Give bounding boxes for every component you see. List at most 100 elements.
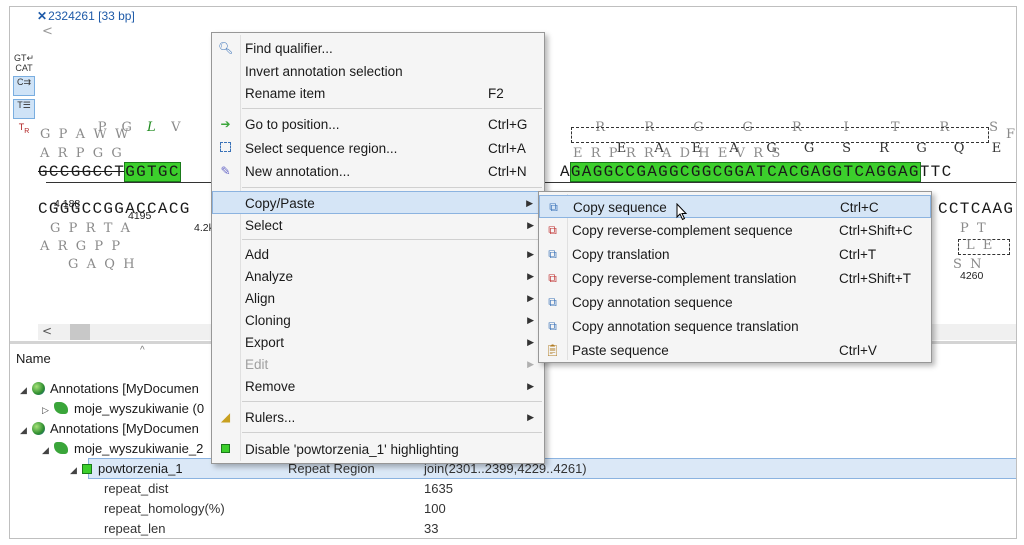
submenu-arrow-icon: ▶ (527, 337, 534, 347)
column-header-name[interactable]: Name (16, 351, 51, 366)
mouse-cursor-icon (676, 203, 688, 221)
menu-item-label: Export (245, 335, 285, 350)
menu-item-analyze[interactable]: Analyze ▶ (212, 265, 544, 288)
menu-item-add[interactable]: Add ▶ (212, 243, 544, 266)
show-complement-button[interactable]: C⇉ (13, 76, 35, 96)
menu-item-disable-highlighting[interactable]: Disable 'powtorzenia_1' highlighting (212, 438, 544, 461)
menu-item-label: Remove (245, 379, 296, 394)
close-icon[interactable]: ✕ (37, 9, 47, 23)
menu-item-label: Invert annotation selection (245, 64, 403, 79)
menu-item-label: Rulers... (245, 410, 296, 425)
submenu-arrow-icon: ▶ (526, 198, 533, 208)
menu-item-select[interactable]: Select ▶ (212, 214, 544, 237)
scroll-left-icon[interactable]: < (42, 24, 53, 39)
copy-annotation-translation-icon: ⧉ (548, 319, 557, 333)
submenu-arrow-icon: ▶ (527, 359, 534, 369)
menu-item-label: Rename item (245, 86, 326, 101)
menu-item-label: Analyze (245, 269, 294, 284)
menu-item-label: Select (245, 218, 283, 233)
submenu-item-copy-annotation[interactable]: ⧉ Copy annotation sequence (539, 291, 931, 314)
expanded-icon[interactable]: ◢ (42, 440, 54, 460)
menu-item-label: Add (245, 247, 270, 262)
tree-row-label: Annotations [MyDocumen (50, 421, 199, 436)
tree-row-annotations-1[interactable]: ◢ Annotations [MyDocumen (20, 379, 199, 399)
qualifier-value: 1635 (424, 481, 453, 496)
repeat-highlight-right[interactable]: GAGGCCGAGGCGGCGGATCACGAGGTCAGGAG (569, 162, 921, 182)
menu-item-export[interactable]: Export ▶ (212, 331, 544, 354)
qualifier-value: 100 (424, 501, 446, 516)
copy-translation-icon: ⧉ (548, 247, 557, 261)
reverse-strand[interactable]: CGGGCCGGACCACG (38, 200, 191, 218)
menu-item-edit: Edit ▶ (212, 353, 544, 376)
copy-annotation-icon: ⧉ (548, 295, 557, 309)
rev-translation-frame-2-right: L E (966, 238, 993, 253)
tree-row-powtorzenia[interactable]: ◢ powtorzenia_1 (70, 459, 183, 479)
menu-shortcut: Ctrl+T (839, 247, 877, 262)
submenu-item-paste-sequence[interactable]: 📋︎ Paste sequence Ctrl+V (539, 339, 931, 362)
menu-item-find-qualifier[interactable]: 🔍︎ Find qualifier... (212, 37, 544, 60)
reverse-strand-right[interactable]: CCTCAAG (938, 200, 1014, 218)
submenu-arrow-icon: ▶ (527, 271, 534, 281)
scroll-left-arrow-icon[interactable]: < (42, 324, 52, 338)
translation-frame-2-end: F (1006, 127, 1016, 142)
paste-icon: 📋︎ (545, 343, 561, 357)
expanded-icon[interactable]: ◢ (20, 420, 32, 440)
ruler-icon: ◢ (220, 410, 231, 424)
forward-strand-right[interactable]: AGAGGCCGAGGCGGCGGATCACGAGGTCAGGAGTTC (560, 162, 953, 182)
sort-ascending-icon[interactable]: ^ (140, 345, 145, 356)
tree-row-label: moje_wyszukiwanie_2 (74, 441, 204, 456)
menu-item-invert-selection[interactable]: Invert annotation selection (212, 60, 544, 83)
submenu-arrow-icon: ▶ (527, 249, 534, 259)
menu-item-label: Edit (245, 357, 269, 372)
menu-item-label: Copy sequence (573, 200, 667, 215)
submenu-item-copy-revcomp-translation[interactable]: ⧉ Copy reverse-complement translation Ct… (539, 267, 931, 290)
menu-item-label: Find qualifier... (245, 41, 333, 56)
menu-item-copy-paste[interactable]: Copy/Paste ▶ (212, 191, 544, 214)
menu-item-rulers[interactable]: ◢ Rulers... ▶ (212, 406, 544, 429)
tree-row-moje-wyszukiwanie-2[interactable]: ◢ moje_wyszukiwanie_2 (42, 439, 203, 459)
menu-item-align[interactable]: Align ▶ (212, 287, 544, 310)
menu-item-rename[interactable]: Rename item F2 (212, 82, 544, 105)
translation-settings-button[interactable]: TR (13, 122, 35, 142)
menu-item-cloning[interactable]: Cloning ▶ (212, 309, 544, 332)
menu-shortcut: Ctrl+A (488, 141, 526, 156)
copy-sequence-icon: ⧉ (549, 200, 558, 214)
tree-row-annotations-2[interactable]: ◢ Annotations [MyDocumen (20, 419, 199, 439)
menu-shortcut: Ctrl+G (488, 117, 528, 132)
menu-item-remove[interactable]: Remove ▶ (212, 375, 544, 398)
submenu-item-copy-annotation-translation[interactable]: ⧉ Copy annotation sequence translation (539, 315, 931, 338)
repeat-highlight-left[interactable]: GGTGC (124, 162, 181, 182)
region-select-icon (218, 141, 233, 156)
forward-strand[interactable]: GCCGGCCTGGTGC (38, 162, 181, 182)
complement-toggle-icon[interactable]: GT↵ CAT (13, 53, 35, 73)
expanded-icon[interactable]: ◢ (70, 460, 82, 480)
submenu-arrow-icon: ▶ (527, 220, 534, 230)
qualifier-name: repeat_homology(%) (104, 501, 225, 516)
menu-item-label: Copy annotation sequence (572, 295, 733, 310)
menu-shortcut: Ctrl+C (840, 200, 879, 215)
menu-item-label: Select sequence region... (245, 141, 398, 156)
menu-item-label: Copy translation (572, 247, 670, 262)
tree-row-moje-wyszukiwanie[interactable]: ▷ moje_wyszukiwanie (0 (42, 399, 204, 419)
sequence-title[interactable]: ✕2324261 [33 bp] (37, 9, 135, 23)
submenu-item-copy-sequence[interactable]: ⧉ Copy sequence Ctrl+C (539, 195, 931, 218)
submenu-item-copy-revcomp[interactable]: ⧉ Copy reverse-complement sequence Ctrl+… (539, 219, 931, 242)
qualifier-name: repeat_dist (104, 481, 169, 496)
menu-shortcut: Ctrl+Shift+C (839, 223, 913, 238)
show-translation-button[interactable]: T☰ (13, 99, 35, 119)
expanded-icon[interactable]: ◢ (20, 380, 32, 400)
menu-separator (242, 187, 542, 188)
menu-item-label: Disable 'powtorzenia_1' highlighting (245, 442, 459, 457)
submenu-item-copy-translation[interactable]: ⧉ Copy translation Ctrl+T (539, 243, 931, 266)
menu-item-go-to-position[interactable]: ➔ Go to position... Ctrl+G (212, 113, 544, 136)
menu-item-new-annotation[interactable]: ✎ New annotation... Ctrl+N (212, 160, 544, 183)
menu-shortcut: Ctrl+Shift+T (839, 271, 912, 286)
forward-strand-tail: TTC (919, 163, 953, 181)
copy-paste-submenu: ⧉ Copy sequence Ctrl+C ⧉ Copy reverse-co… (538, 191, 932, 363)
scrollbar-thumb[interactable] (70, 324, 90, 340)
translation-frame-3-right: E R P R R A D H E V R S (573, 146, 781, 161)
menu-item-select-region[interactable]: Select sequence region... Ctrl+A (212, 137, 544, 160)
collapsed-icon[interactable]: ▷ (42, 400, 54, 420)
copy-revcomp-translation-icon: ⧉ (548, 271, 557, 285)
search-icon: 🔍︎ (218, 41, 234, 55)
